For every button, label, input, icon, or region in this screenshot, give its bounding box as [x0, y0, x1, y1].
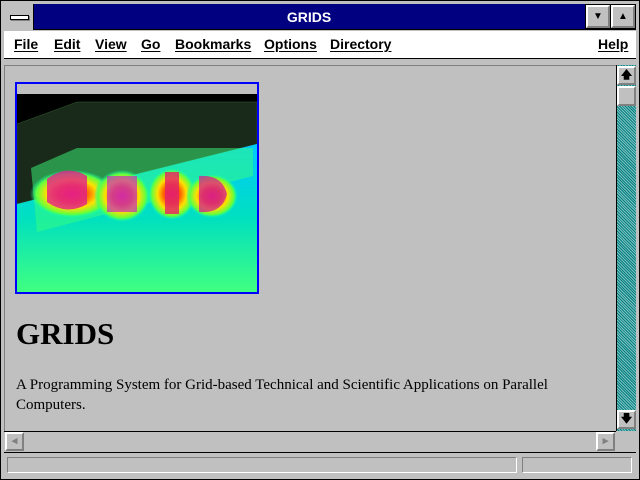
grids-3d-surface-image	[17, 84, 257, 292]
menu-go[interactable]: Go	[141, 36, 160, 52]
scroll-left-button[interactable]: ◂	[5, 432, 24, 451]
minimize-button[interactable]: ▼	[585, 4, 611, 29]
document-view: GRIDS A Programming System for Grid-base…	[4, 65, 616, 431]
status-bar	[4, 452, 636, 476]
menu-file[interactable]: File	[14, 36, 38, 52]
page-description: A Programming System for Grid-based Tech…	[16, 377, 548, 413]
scroll-down-button[interactable]: 🡇	[617, 410, 636, 429]
system-menu-button[interactable]	[4, 4, 34, 30]
vertical-scroll-thumb[interactable]	[617, 86, 636, 106]
scroll-right-button[interactable]: ▸	[596, 432, 615, 451]
arrow-left-icon: ◂	[11, 435, 18, 447]
menu-edit[interactable]: Edit	[54, 36, 80, 52]
menu-directory[interactable]: Directory	[330, 36, 391, 52]
scroll-up-button[interactable]: 🡅	[617, 66, 636, 85]
status-text	[7, 457, 517, 473]
title-bar[interactable]: GRIDS ▼ ▲	[4, 4, 636, 30]
triangle-up-icon: ▲	[618, 11, 628, 22]
arrow-right-icon: ▸	[602, 435, 609, 447]
scrollbar-corner	[616, 431, 636, 451]
triangle-down-icon: ▼	[593, 11, 603, 22]
vertical-scrollbar[interactable]: 🡅 🡇	[616, 65, 636, 431]
arrow-down-icon: 🡇	[620, 413, 633, 425]
menu-options[interactable]: Options	[264, 36, 317, 52]
menu-bookmarks[interactable]: Bookmarks	[175, 36, 251, 52]
menu-view[interactable]: View	[95, 36, 127, 52]
menu-help[interactable]: Help	[598, 36, 628, 52]
window-title: GRIDS	[286, 9, 332, 25]
maximize-button[interactable]: ▲	[610, 4, 636, 29]
browser-window: GRIDS ▼ ▲ File Edit View Go Bookmarks Op…	[0, 0, 640, 480]
horizontal-scrollbar[interactable]: ◂ ▸	[4, 431, 616, 451]
system-menu-icon	[10, 15, 29, 20]
grids-rendering-image-link[interactable]	[15, 82, 259, 294]
arrow-up-icon: 🡅	[620, 69, 633, 81]
menu-bar: File Edit View Go Bookmarks Options Dire…	[4, 31, 636, 59]
page-title: GRIDS	[16, 316, 115, 351]
progress-indicator	[522, 457, 632, 473]
